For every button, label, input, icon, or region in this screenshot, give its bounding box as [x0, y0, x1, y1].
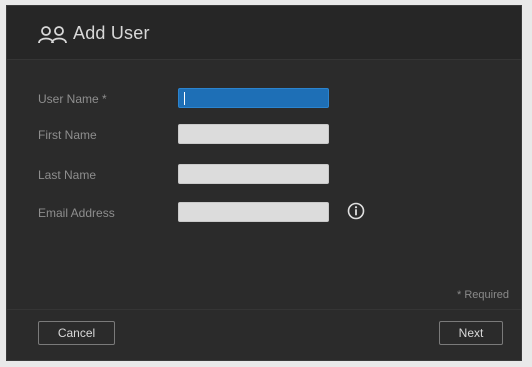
footer-divider: [7, 309, 521, 310]
field-row-last-name: Last Name: [7, 164, 521, 188]
last-name-label: Last Name: [38, 168, 97, 182]
field-row-user-name: User Name *: [7, 88, 521, 112]
first-name-input[interactable]: [178, 124, 329, 144]
field-row-email: Email Address: [7, 202, 521, 226]
email-address-label: Email Address: [38, 206, 115, 220]
add-user-dialog: Add User User Name * First Name Last Nam…: [6, 5, 522, 361]
next-button[interactable]: Next: [439, 321, 503, 345]
dialog-title: Add User: [73, 23, 150, 43]
last-name-input[interactable]: [178, 164, 329, 184]
first-name-label: First Name: [38, 128, 97, 142]
field-row-first-name: First Name: [7, 124, 521, 148]
required-note: * Required: [457, 289, 509, 301]
user-name-label: User Name *: [38, 92, 107, 106]
user-name-input[interactable]: [178, 88, 329, 108]
email-address-input[interactable]: [178, 202, 329, 222]
dialog-header: Add User: [7, 6, 521, 60]
cancel-button[interactable]: Cancel: [38, 321, 115, 345]
users-icon: [37, 25, 71, 45]
info-icon[interactable]: [347, 202, 365, 220]
text-caret: [184, 92, 185, 105]
